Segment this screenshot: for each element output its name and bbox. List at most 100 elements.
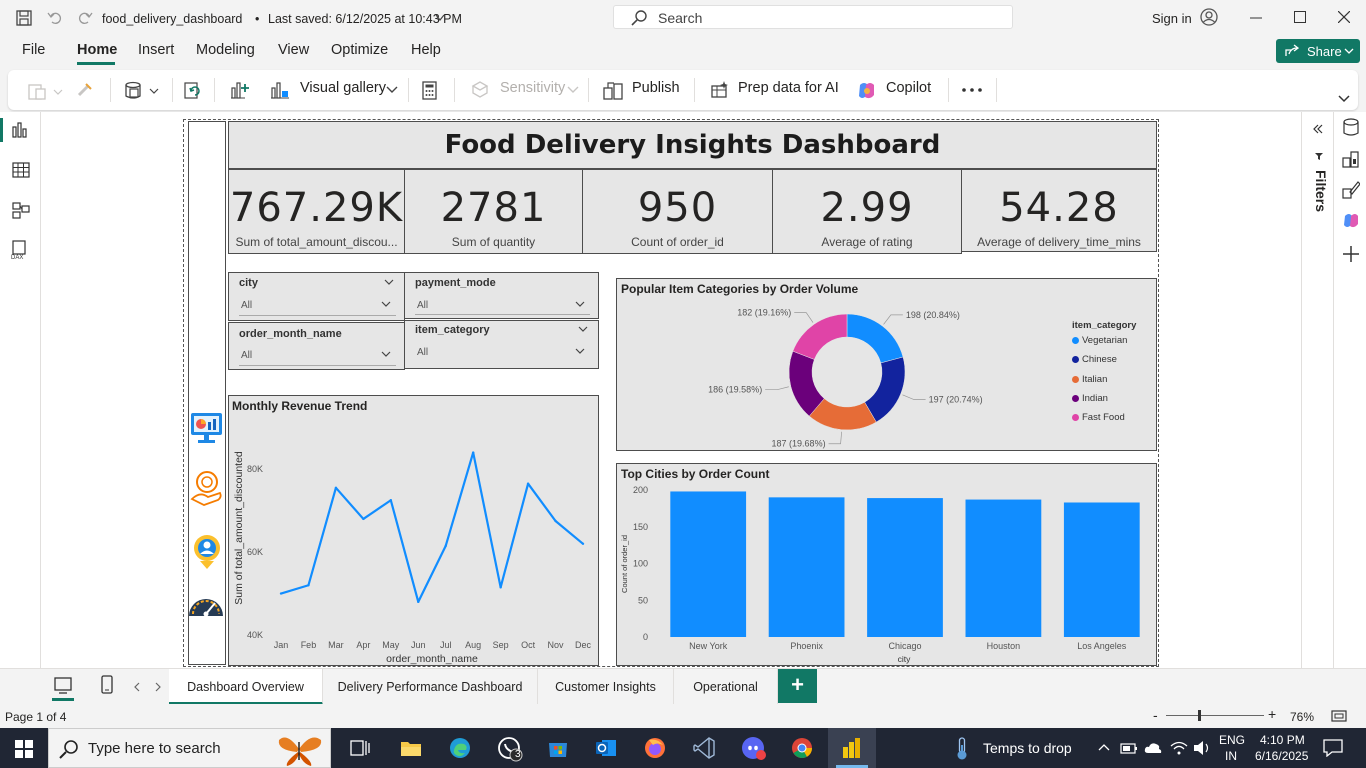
taskbar-search-box[interactable]: Type here to search xyxy=(48,728,331,768)
filters-label[interactable]: Filters xyxy=(1309,170,1329,230)
legend-item[interactable]: Fast Food xyxy=(1072,412,1127,431)
kpi-card[interactable]: 2.99 Average of rating xyxy=(772,169,962,254)
kpi-card[interactable]: 54.28 Average of delivery_time_mins xyxy=(961,169,1157,252)
minimize-icon[interactable] xyxy=(1250,17,1262,19)
share-button[interactable]: Share xyxy=(1276,39,1360,63)
revenue-line-chart[interactable]: Monthly Revenue Trend 40K 60K 80K Jan Feb Mar… xyxy=(228,395,599,666)
zoom-out-button[interactable]: - xyxy=(1153,707,1158,723)
collapse-ribbon-icon[interactable] xyxy=(1338,95,1350,103)
item-category-slicer[interactable]: item_category All xyxy=(404,320,599,369)
order-month-slicer[interactable]: order_month_name All xyxy=(228,322,405,370)
chrome-icon[interactable] xyxy=(790,736,814,760)
fit-to-page-icon[interactable] xyxy=(1331,710,1347,722)
delivery-nav-icon[interactable] xyxy=(190,469,224,507)
region-indicator[interactable]: IN xyxy=(1225,749,1237,763)
cities-bar-chart[interactable]: Top Cities by Order Count 0 50 100 150 200 Ne… xyxy=(616,463,1157,666)
city-slicer[interactable]: city All xyxy=(228,272,405,321)
kpi-card[interactable]: 950 Count of order_id xyxy=(582,169,773,254)
saved-status[interactable]: Last saved: 6/12/2025 at 10:43 PM xyxy=(268,12,462,26)
payment-mode-slicer[interactable]: payment_mode All xyxy=(404,272,599,319)
mobile-layout-icon[interactable] xyxy=(101,675,113,695)
visual-gallery-button[interactable]: Visual gallery xyxy=(300,80,386,96)
undo-icon[interactable] xyxy=(47,10,63,26)
sensitivity-icon[interactable] xyxy=(470,80,490,100)
slicer-value[interactable]: All xyxy=(417,347,428,358)
task-view-icon[interactable] xyxy=(350,738,370,758)
kpi-card[interactable]: 767.29K Sum of total_amount_discou... xyxy=(228,169,405,254)
clock-date[interactable]: 6/16/2025 xyxy=(1255,749,1308,763)
expand-pane-icon[interactable] xyxy=(1313,124,1323,134)
firefox-icon[interactable] xyxy=(643,736,667,760)
outlook-icon[interactable] xyxy=(594,736,618,760)
edge-browser-icon[interactable] xyxy=(448,736,472,760)
user-avatar-icon[interactable] xyxy=(1200,8,1218,26)
calculator-icon[interactable] xyxy=(422,81,438,101)
menu-help[interactable]: Help xyxy=(411,42,441,58)
microsoft-store-icon[interactable] xyxy=(546,736,570,760)
chevron-down-icon[interactable] xyxy=(386,86,398,94)
power-bi-icon[interactable] xyxy=(840,736,864,760)
chevron-down-icon[interactable] xyxy=(381,351,391,358)
legend-item[interactable]: Indian xyxy=(1072,393,1127,412)
report-view-icon[interactable] xyxy=(12,122,30,138)
chevron-down-icon[interactable] xyxy=(575,348,585,355)
chevron-up-icon[interactable] xyxy=(1098,743,1110,751)
maximize-icon[interactable] xyxy=(1294,11,1306,23)
get-data-icon[interactable] xyxy=(124,81,162,101)
save-icon[interactable] xyxy=(16,10,32,26)
dax-query-view-icon[interactable]: DAX xyxy=(10,240,30,260)
format-pane-icon[interactable] xyxy=(1342,180,1360,200)
scroll-right-icon[interactable] xyxy=(154,682,162,692)
dashboard-nav-icon[interactable] xyxy=(189,411,225,445)
zoom-slider[interactable] xyxy=(1166,715,1264,716)
chevron-down-icon[interactable] xyxy=(578,326,588,333)
filters-pane-collapsed[interactable]: Filters xyxy=(1301,112,1333,668)
data-pane-icon[interactable] xyxy=(1342,118,1360,138)
refresh-icon[interactable] xyxy=(183,81,203,101)
chevron-down-icon[interactable] xyxy=(384,279,394,286)
customer-nav-icon[interactable] xyxy=(190,533,224,573)
copilot-pane-icon[interactable] xyxy=(1342,211,1360,231)
legend-item[interactable]: Chinese xyxy=(1072,354,1127,373)
zoom-level[interactable]: 76% xyxy=(1290,710,1314,724)
copilot-button[interactable]: Copilot xyxy=(886,80,931,96)
slicer-value[interactable]: All xyxy=(241,350,252,361)
menu-file[interactable]: File xyxy=(22,42,45,58)
menu-insert[interactable]: Insert xyxy=(138,42,174,58)
file-explorer-icon[interactable] xyxy=(399,736,423,760)
chevron-down-icon[interactable] xyxy=(575,301,585,308)
zoom-in-button[interactable]: + xyxy=(1268,706,1276,722)
more-options-icon[interactable] xyxy=(962,88,982,92)
format-painter-icon[interactable] xyxy=(76,81,94,99)
redo-icon[interactable] xyxy=(77,10,93,26)
zoom-slider-thumb[interactable] xyxy=(1198,710,1201,721)
desktop-layout-icon[interactable] xyxy=(53,676,73,696)
publish-button[interactable]: Publish xyxy=(632,80,680,96)
page-tab-operational[interactable]: Operational xyxy=(674,669,778,705)
prep-data-button[interactable]: Prep data for AI xyxy=(738,80,839,96)
close-icon[interactable] xyxy=(1338,11,1350,23)
chevron-down-icon[interactable] xyxy=(1344,48,1354,55)
legend-item[interactable]: Italian xyxy=(1072,374,1127,393)
table-view-icon[interactable] xyxy=(12,162,30,178)
windows-start-icon[interactable] xyxy=(15,740,33,758)
new-visual-icon[interactable] xyxy=(230,80,250,100)
page-tab-delivery-performance[interactable]: Delivery Performance Dashboard xyxy=(323,669,538,705)
menu-optimize[interactable]: Optimize xyxy=(331,42,388,58)
menu-modeling[interactable]: Modeling xyxy=(196,42,255,58)
publish-icon[interactable] xyxy=(603,80,625,102)
discord-icon[interactable] xyxy=(741,736,767,762)
model-view-icon[interactable] xyxy=(12,201,30,219)
prep-data-icon[interactable] xyxy=(710,80,730,100)
page-tab-dashboard-overview[interactable]: Dashboard Overview xyxy=(169,669,323,705)
scroll-left-icon[interactable] xyxy=(133,682,141,692)
vscode-icon[interactable] xyxy=(692,736,716,760)
sign-in-link[interactable]: Sign in xyxy=(1152,11,1192,26)
copilot-icon[interactable] xyxy=(856,80,878,102)
kpi-card[interactable]: 2781 Sum of quantity xyxy=(404,169,583,254)
weather-text[interactable]: Temps to drop xyxy=(983,740,1072,756)
menu-home[interactable]: Home xyxy=(77,42,117,58)
category-donut-chart[interactable]: Popular Item Categories by Order Volume … xyxy=(616,278,1157,451)
slicer-value[interactable]: All xyxy=(241,300,252,311)
page-tab-customer-insights[interactable]: Customer Insights xyxy=(538,669,674,705)
